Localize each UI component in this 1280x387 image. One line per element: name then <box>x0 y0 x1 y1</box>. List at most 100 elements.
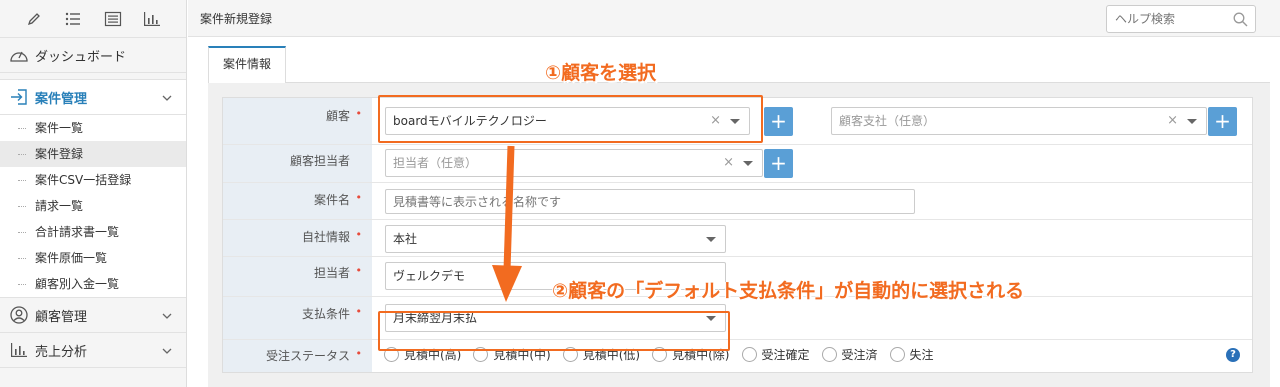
sidebar-submenu-cases: 案件一覧 案件登録 案件CSV一括登録 請求一覧 合計請求書一覧 案件原価一覧 … <box>0 115 186 298</box>
help-question-icon[interactable]: ? <box>1226 348 1240 362</box>
clear-icon[interactable]: × <box>710 108 721 134</box>
staff-select-value: ヴェルクデモ <box>393 269 466 283</box>
status-radio[interactable]: 受注済 <box>821 346 878 363</box>
status-label: 受注ステータス <box>265 349 350 363</box>
caret-down-icon <box>1187 119 1197 124</box>
chevron-down-icon <box>162 344 172 359</box>
list-icon[interactable] <box>62 8 84 30</box>
radio-label: 見積中(高) <box>404 348 462 362</box>
sidebar-item-label: 売上分析 <box>35 344 88 360</box>
payment-label: 支払条件 <box>301 307 350 321</box>
radio-circle[interactable] <box>384 347 399 362</box>
radio-label: 見積中(除) <box>672 348 730 362</box>
table-icon[interactable] <box>102 8 124 30</box>
sidebar-item-label: 顧客管理 <box>35 309 88 325</box>
radio-label: 受注確定 <box>761 348 810 362</box>
add-branch-button[interactable]: + <box>1208 107 1237 136</box>
help-search-box[interactable] <box>1106 5 1256 33</box>
status-radio[interactable]: 見積中(高) <box>384 346 461 363</box>
status-radio-group: 見積中(高) 見積中(中) 見積中(低) 見積中(除) 受注確定 受注済 失注 <box>384 346 934 363</box>
radio-circle[interactable] <box>741 347 757 362</box>
status-radio[interactable]: 見積中(低) <box>562 346 641 363</box>
case-name-label: 案件名 <box>313 193 350 207</box>
user-circle-icon <box>8 304 30 326</box>
payment-terms-value: 月末締翌月末払 <box>393 311 478 325</box>
company-select[interactable]: 本社 <box>385 225 726 253</box>
sidebar-subitem-case-register[interactable]: 案件登録 <box>0 141 186 167</box>
required-mark: • <box>355 191 363 204</box>
sidebar-subitem-cost-list[interactable]: 案件原価一覧 <box>0 245 186 271</box>
search-icon[interactable] <box>1233 12 1248 30</box>
caret-down-icon <box>706 316 716 321</box>
sidebar: ダッシュボード 案件管理 案件一覧 案件登録 案件CSV一括登録 請求一覧 合計… <box>0 0 187 387</box>
sidebar-item-dashboard[interactable]: ダッシュボード <box>0 38 186 73</box>
sidebar-subitem-payment-list[interactable]: 顧客別入金一覧 <box>0 271 186 297</box>
dashboard-gauge-icon <box>8 44 30 66</box>
payment-terms-select[interactable]: 月末締翌月末払 <box>385 304 726 332</box>
company-select-value: 本社 <box>393 232 418 246</box>
pencil-icon[interactable] <box>23 8 45 30</box>
top-bar: 案件新規登録 <box>188 0 1280 37</box>
case-name-input[interactable] <box>385 189 915 214</box>
radio-circle[interactable] <box>562 347 578 362</box>
radio-circle[interactable] <box>652 347 668 362</box>
caret-down-icon <box>706 237 716 242</box>
status-radio[interactable]: 見積中(除) <box>652 346 730 363</box>
customer-select-value: boardモバイルテクノロジー <box>393 114 547 128</box>
status-radio[interactable]: 受注確定 <box>741 346 810 363</box>
contact-placeholder: 担当者（任意） <box>393 156 478 170</box>
add-contact-button[interactable]: + <box>764 149 793 178</box>
required-mark: • <box>355 347 363 360</box>
sidebar-item-label: ダッシュボード <box>35 49 127 65</box>
radio-label: 見積中(低) <box>582 348 641 362</box>
contact-label: 顧客担当者 <box>289 154 350 168</box>
radio-circle[interactable] <box>821 347 837 362</box>
sidebar-subitem-total-invoice-list[interactable]: 合計請求書一覧 <box>0 219 186 245</box>
required-mark: • <box>355 228 363 241</box>
customer-label: 顧客 <box>325 109 350 123</box>
annotation-arrow <box>492 145 522 302</box>
sidebar-toolbar <box>0 0 186 38</box>
required-mark: • <box>355 264 363 277</box>
radio-circle[interactable] <box>889 347 905 362</box>
customer-branch-placeholder: 顧客支社（任意） <box>839 114 936 128</box>
sidebar-subitem-case-csv[interactable]: 案件CSV一括登録 <box>0 167 186 193</box>
form-row-payment: 支払条件 • 月末締翌月末払 <box>223 297 1252 340</box>
customer-branch-select[interactable]: 顧客支社（任意） × <box>831 107 1207 135</box>
caret-down-icon <box>730 119 740 124</box>
bar-chart-icon <box>8 339 30 361</box>
caret-down-icon <box>743 161 753 166</box>
annotation-step1: ①顧客を選択 <box>545 62 657 84</box>
chevron-down-icon <box>162 309 172 324</box>
staff-label: 担当者 <box>313 266 350 280</box>
case-form: 顧客 • boardモバイルテクノロジー × + 顧客支社（任意） × + 顧客担… <box>222 97 1253 373</box>
radio-label: 見積中(中) <box>493 348 551 362</box>
help-search-input[interactable] <box>1107 6 1222 32</box>
sidebar-item-cases[interactable]: 案件管理 <box>0 80 186 115</box>
add-customer-button[interactable]: + <box>764 107 793 136</box>
clear-icon[interactable]: × <box>723 150 734 176</box>
annotation-step2: ②顧客の「デフォルト支払条件」が自動的に選択される <box>552 280 1025 302</box>
company-label: 自社情報 <box>301 230 350 244</box>
customer-select[interactable]: boardモバイルテクノロジー × <box>385 107 750 135</box>
form-row-case-name: 案件名 • <box>223 183 1252 220</box>
sidebar-item-analytics[interactable]: 売上分析 <box>0 333 186 368</box>
sidebar-item-customers[interactable]: 顧客管理 <box>0 298 186 333</box>
sign-in-icon <box>8 86 30 108</box>
required-mark: • <box>355 107 363 120</box>
form-row-company: 自社情報 • 本社 <box>223 220 1252 257</box>
status-radio[interactable]: 見積中(中) <box>473 346 551 363</box>
page-title: 案件新規登録 <box>200 12 273 26</box>
radio-label: 受注済 <box>841 348 878 362</box>
radio-label: 失注 <box>909 348 934 362</box>
form-row-status: 受注ステータス • 見積中(高) 見積中(中) 見積中(低) 見積中(除) 受注確… <box>223 340 1252 372</box>
sidebar-subitem-case-list[interactable]: 案件一覧 <box>0 115 186 141</box>
sidebar-item-label: 案件管理 <box>35 91 88 107</box>
radio-circle[interactable] <box>473 347 489 362</box>
tab-case-info[interactable]: 案件情報 <box>208 46 286 83</box>
contact-select[interactable]: 担当者（任意） × <box>385 149 763 177</box>
bar-chart-icon[interactable] <box>141 8 163 30</box>
status-radio[interactable]: 失注 <box>889 346 934 363</box>
clear-icon[interactable]: × <box>1167 108 1178 134</box>
sidebar-subitem-invoice-list[interactable]: 請求一覧 <box>0 193 186 219</box>
